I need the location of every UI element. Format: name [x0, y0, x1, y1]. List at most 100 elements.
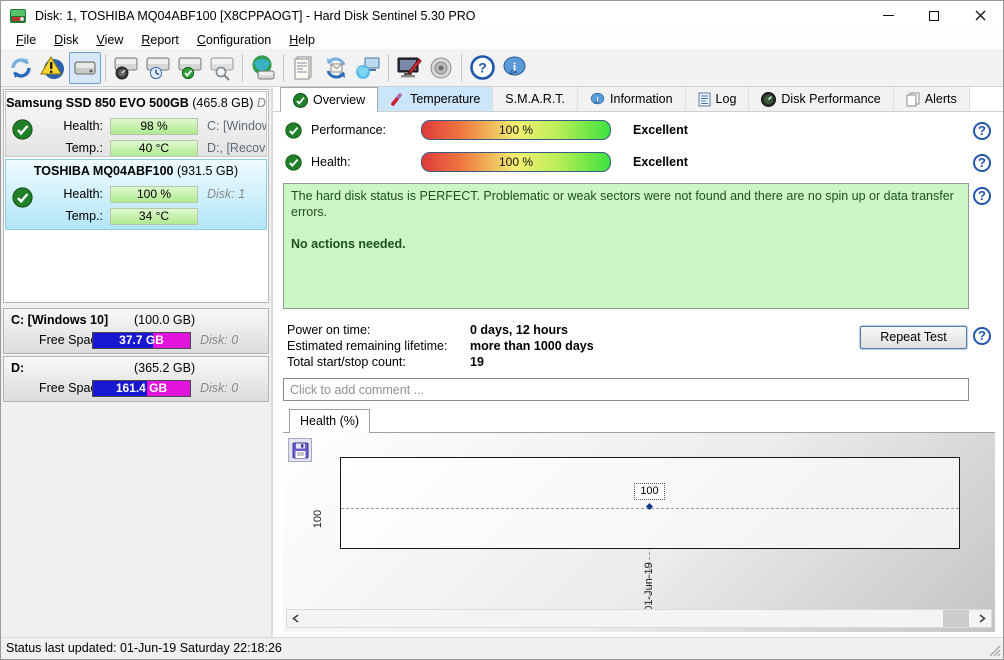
stat-value: 19 [470, 355, 484, 369]
help-icon[interactable]: ? [973, 154, 991, 172]
menu-disk[interactable]: Disk [45, 32, 87, 48]
repeat-test-button[interactable]: Repeat Test [860, 326, 967, 349]
disk-name: TOSHIBA MQ04ABF100 [33, 164, 174, 178]
tab-overview[interactable]: Overview [280, 87, 379, 112]
chart-y-tick: 100 [312, 509, 324, 529]
menu-file[interactable]: File [7, 32, 45, 48]
menu-view[interactable]: View [87, 32, 132, 48]
resize-grip-icon[interactable] [988, 644, 1001, 657]
temp-bar: 34 °C [110, 207, 198, 225]
toolbar-separator [388, 53, 389, 82]
toolbar: ? i [1, 49, 1003, 87]
sync-mail-icon[interactable] [320, 52, 352, 84]
disk-number: Disk: 0 [200, 381, 239, 395]
scroll-right-arrow[interactable] [974, 610, 991, 627]
disk-entry-toshiba-selected[interactable]: TOSHIBA MQ04ABF100 (931.5 GB) Health: 10… [5, 159, 267, 230]
disk-gauge-icon[interactable] [110, 52, 142, 84]
health-ok-icon [12, 187, 33, 208]
chart-point-label: 100 [634, 483, 665, 500]
help-icon[interactable]: ? [973, 187, 991, 205]
health-rating: Excellent [633, 155, 688, 169]
tab-log[interactable]: Log [685, 87, 750, 111]
partition-size: (365.2 GB) [134, 361, 196, 375]
help-icon[interactable]: ? [466, 52, 498, 84]
stat-label: Estimated remaining lifetime: [287, 339, 448, 353]
performance-label: Performance: [311, 123, 387, 137]
stat-row: Estimated remaining lifetime: more than … [287, 339, 594, 355]
volume-ref: C: [Windows [207, 119, 266, 133]
scroll-left-arrow[interactable] [287, 610, 304, 627]
partition-name: D: [11, 361, 25, 375]
log-doc-icon [698, 92, 711, 106]
chart-tab-health[interactable]: Health (%) [289, 409, 371, 433]
main-panel: Overview Temperature S.M.A.R.T. i Inform… [273, 87, 1003, 637]
stat-value: more than 1000 days [470, 339, 594, 353]
temp-label: Temp.: [65, 141, 103, 155]
save-floppy-icon [292, 442, 308, 458]
globe-disk-icon[interactable] [247, 52, 279, 84]
health-bar: 100 % [421, 152, 611, 172]
free-space-bar: 161.4 GB [92, 380, 191, 397]
chart-panel: 100 100 01-Jun-19 [283, 432, 995, 632]
scroll-thumb[interactable] [943, 610, 969, 627]
temp-bar: 40 °C [110, 139, 198, 156]
speaker-icon[interactable] [425, 52, 457, 84]
help-icon[interactable]: ? [973, 327, 991, 345]
tab-smart[interactable]: S.M.A.R.T. [493, 87, 579, 111]
tab-temperature[interactable]: Temperature [378, 87, 494, 111]
volume-ref: D:, [Recovery [207, 141, 266, 155]
minimize-icon [882, 15, 894, 16]
chevron-left-icon [292, 614, 299, 623]
report-icon[interactable] [288, 52, 320, 84]
disk-check-icon[interactable] [174, 52, 206, 84]
toolbar-separator [242, 53, 243, 82]
health-label: Health: [311, 155, 351, 169]
monitor-pen-icon[interactable] [393, 52, 425, 84]
partition-entry-c[interactable]: C: [Windows 10] (100.0 GB) Free Space 37… [3, 308, 269, 354]
disk-panel-icon[interactable] [69, 51, 101, 84]
app-logo-icon [10, 8, 26, 23]
tab-alerts[interactable]: Alerts [893, 87, 970, 111]
free-space-value: 37.7 GB [119, 333, 164, 347]
disk-entry-samsung[interactable]: Samsung SSD 850 EVO 500GB (465.8 GB) D H… [5, 91, 267, 157]
stat-row: Total start/stop count: 19 [287, 355, 484, 371]
comment-input[interactable] [283, 378, 969, 401]
refresh-icon[interactable] [5, 52, 37, 84]
performance-bar: 100 % [421, 120, 611, 140]
tab-label: Disk Performance [781, 92, 881, 106]
save-chart-button[interactable] [288, 438, 312, 462]
status-message: The hard disk status is PERFECT. Problem… [291, 189, 954, 219]
alert-icon[interactable] [37, 52, 69, 84]
ok-icon [285, 153, 302, 171]
health-label: Health: [63, 187, 103, 201]
partition-entry-d[interactable]: D: (365.2 GB) Free Space 161.4 GB Disk: … [3, 356, 269, 402]
maximize-button[interactable] [911, 1, 957, 30]
minimize-button[interactable] [865, 1, 911, 30]
disk-clock-icon[interactable] [142, 52, 174, 84]
disk-search-icon[interactable] [206, 52, 238, 84]
disk-ref: D [256, 96, 266, 110]
network-icon[interactable] [352, 52, 384, 84]
temp-label: Temp.: [65, 209, 103, 223]
tab-disk-performance[interactable]: Disk Performance [749, 87, 894, 111]
disk-size: (931.5 GB) [176, 164, 239, 178]
status-bar: Status last updated: 01-Jun-19 Saturday … [1, 637, 1003, 659]
partition-size: (100.0 GB) [134, 313, 196, 327]
close-button[interactable] [957, 1, 1003, 30]
thermometer-icon [391, 92, 402, 106]
help-icon[interactable]: ? [973, 122, 991, 140]
chart-scrollbar[interactable] [286, 609, 992, 628]
status-bar-text: Status last updated: 01-Jun-19 Saturday … [6, 641, 282, 655]
menu-bar: File Disk View Report Configuration Help [1, 30, 1003, 49]
disk-size: (465.8 GB) [192, 96, 254, 110]
menu-help[interactable]: Help [280, 32, 324, 48]
tab-information[interactable]: i Information [578, 87, 686, 111]
health-value: 100 % [498, 155, 534, 169]
info-icon[interactable]: i [498, 52, 530, 84]
chart-x-tick: 01-Jun-19 [643, 562, 655, 612]
info-bubble-icon: i [590, 92, 605, 104]
free-space-bar: 37.7 GB [92, 332, 191, 349]
toolbar-separator [105, 53, 106, 82]
menu-configuration[interactable]: Configuration [188, 32, 280, 48]
menu-report[interactable]: Report [132, 32, 188, 48]
